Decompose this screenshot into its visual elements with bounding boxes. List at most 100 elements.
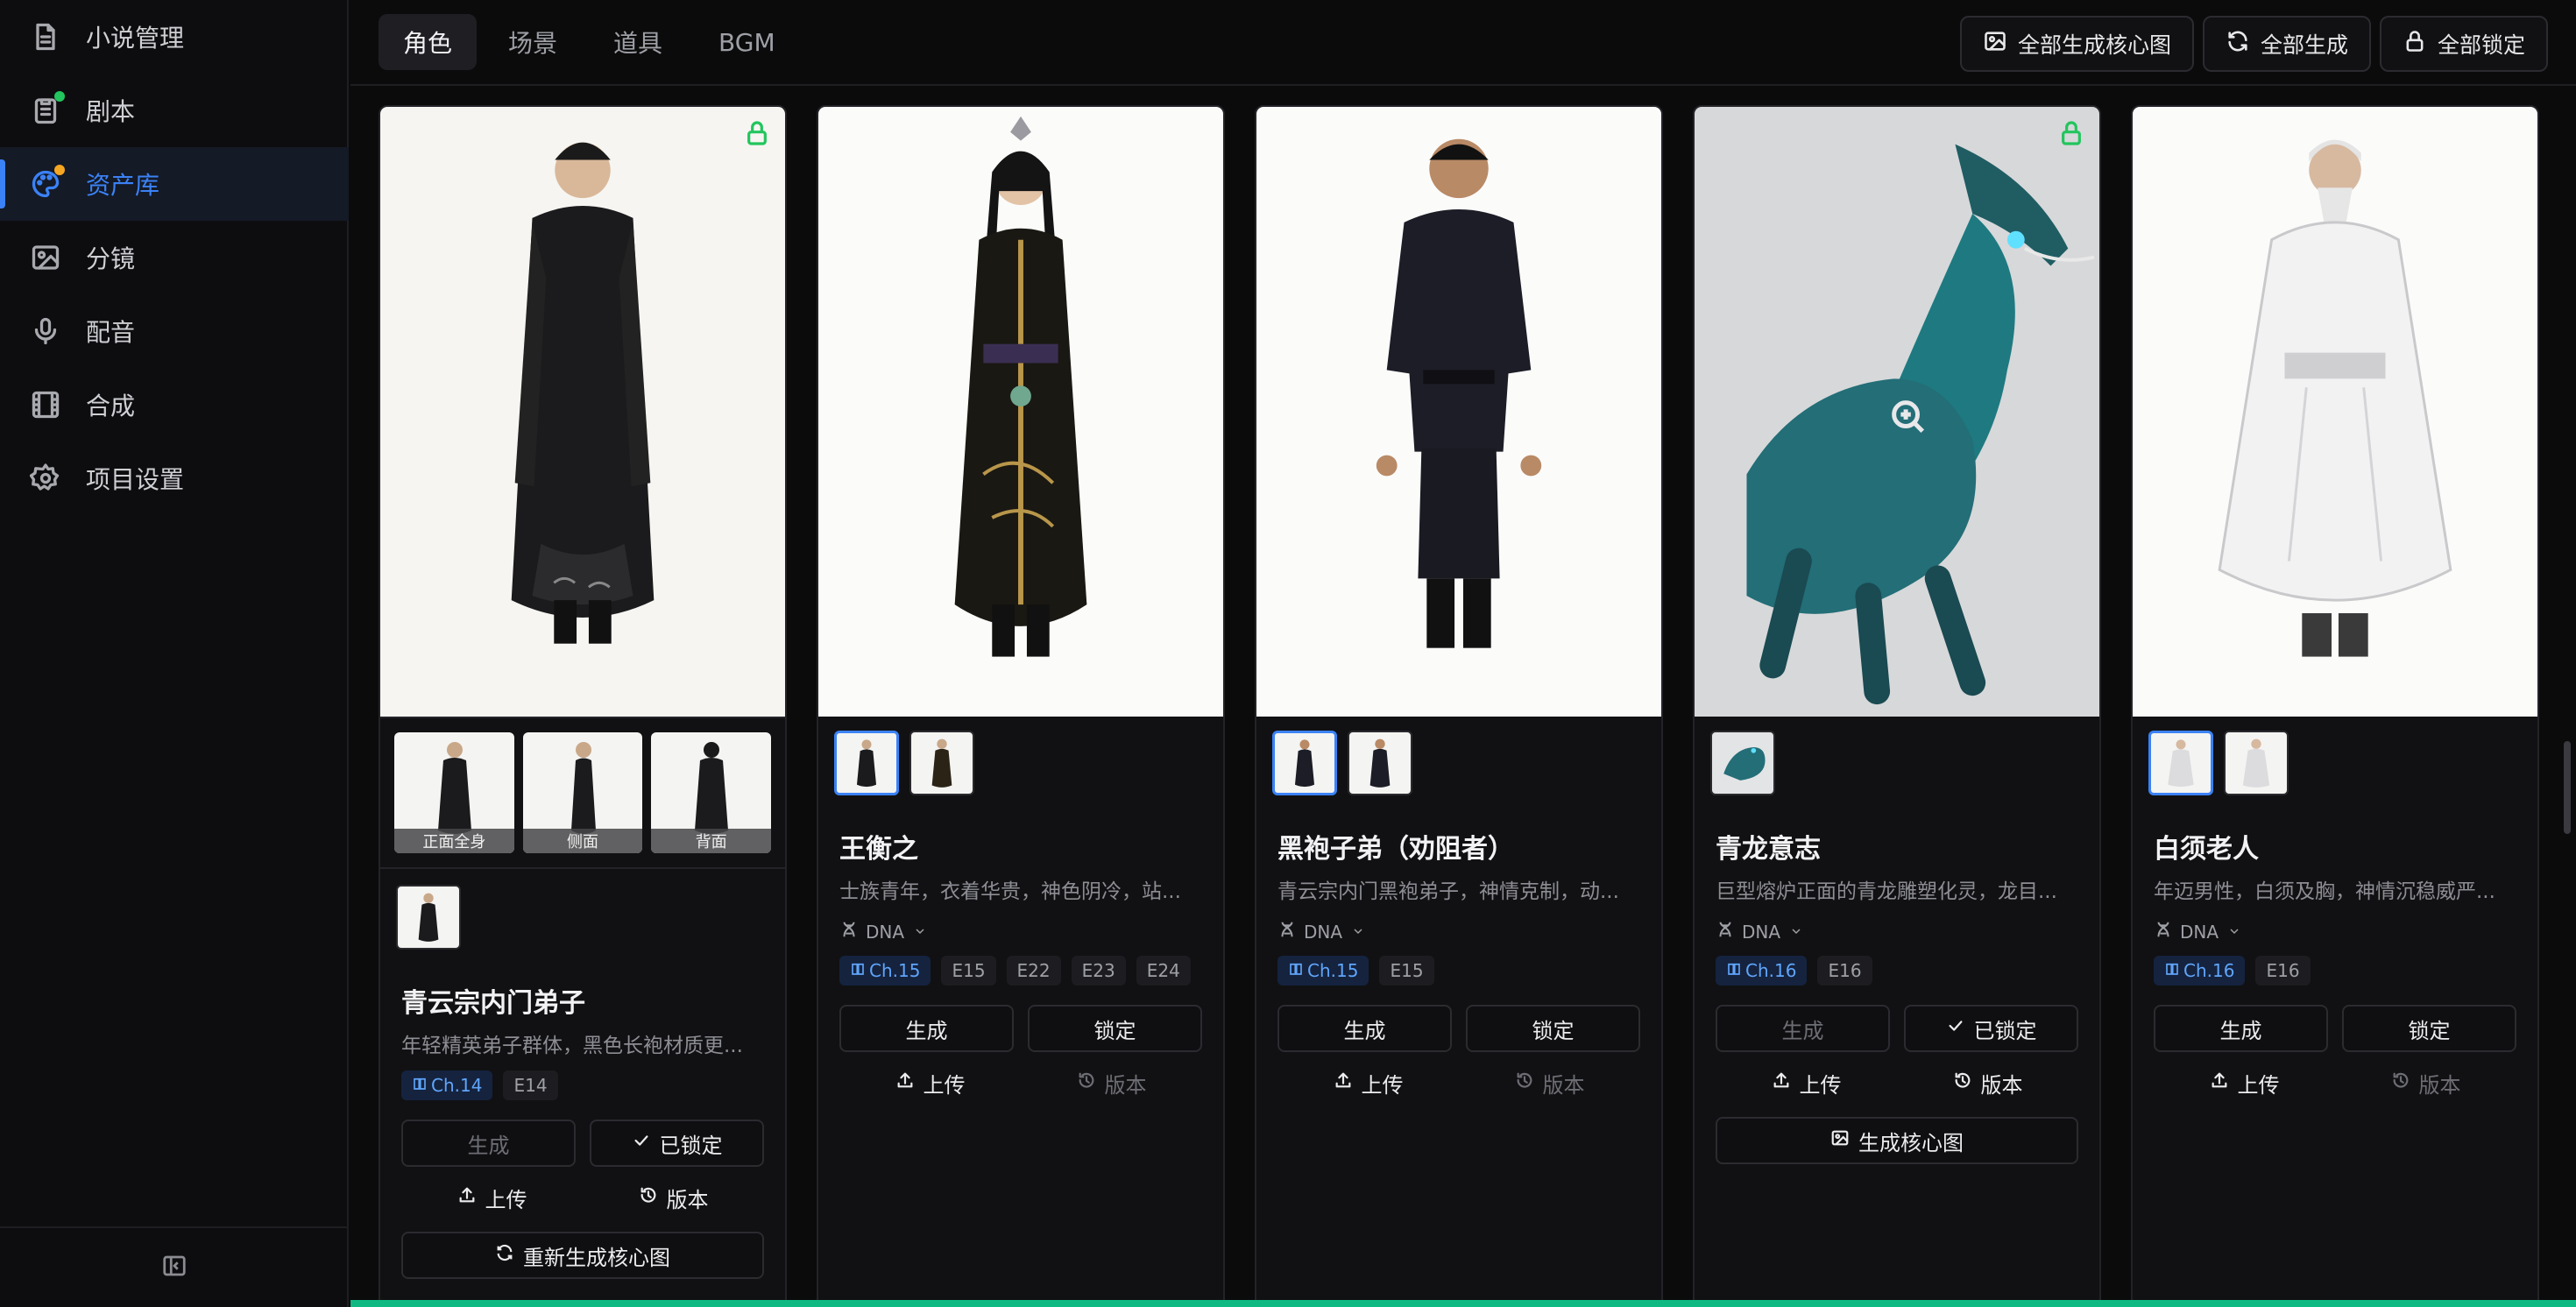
- sidebar-item-label: 合成: [86, 392, 136, 420]
- upload-label: 上传: [485, 1187, 527, 1212]
- locked-button[interactable]: 已锁定: [590, 1120, 764, 1167]
- view-side[interactable]: 侧面: [522, 732, 643, 853]
- lock-button[interactable]: 锁定: [2342, 1005, 2516, 1052]
- chapter-tag[interactable]: Ch.16: [2154, 956, 2246, 986]
- upload-button[interactable]: 上传: [1716, 1059, 1897, 1106]
- link-row: 上传 版本: [1716, 1059, 2078, 1106]
- upload-icon: [1772, 1070, 1800, 1095]
- zoom-in-icon[interactable]: [1887, 396, 1928, 436]
- sidebar-item-compose[interactable]: 合成: [0, 368, 349, 442]
- lock-all-button[interactable]: 全部锁定: [2379, 16, 2548, 72]
- lock-button[interactable]: 锁定: [1028, 1005, 1202, 1052]
- version-label: 版本: [1542, 1072, 1585, 1098]
- generate-button[interactable]: 生成: [839, 1005, 1014, 1052]
- episode-tag[interactable]: E22: [1006, 956, 1061, 986]
- generate-button[interactable]: 生成: [401, 1120, 576, 1167]
- sidebar-item-novel[interactable]: 小说管理: [0, 0, 349, 74]
- chapter-tag[interactable]: Ch.16: [1716, 956, 1808, 986]
- character-name: 青龙意志: [1716, 834, 1821, 865]
- episode-tag[interactable]: E24: [1136, 956, 1191, 986]
- tag-list: Ch.14 E14: [401, 1070, 764, 1100]
- generate-all-core-button[interactable]: 全部生成核心图: [1959, 16, 2194, 72]
- lock-icon[interactable]: [2057, 119, 2085, 147]
- tab-scenes[interactable]: 场景: [484, 14, 582, 70]
- thumbnail-list: [818, 717, 1223, 795]
- upload-button[interactable]: 上传: [2154, 1059, 2335, 1106]
- tab-characters[interactable]: 角色: [379, 14, 478, 70]
- character-image[interactable]: [1695, 107, 2099, 717]
- episode-tag[interactable]: E15: [1379, 956, 1434, 986]
- version-button[interactable]: 版本: [1897, 1059, 2078, 1106]
- view-front[interactable]: 正面全身: [394, 732, 514, 853]
- upload-icon: [2210, 1070, 2238, 1095]
- episode-tag[interactable]: E15: [941, 956, 996, 986]
- version-button[interactable]: 版本: [1021, 1059, 1202, 1106]
- thumbnail[interactable]: [1348, 731, 1412, 795]
- dna-toggle[interactable]: DNA: [1716, 920, 2078, 943]
- thumbnail[interactable]: [2224, 731, 2289, 795]
- generate-button[interactable]: 生成: [2154, 1005, 2328, 1052]
- history-icon: [2391, 1070, 2419, 1095]
- tag-list: Ch.16 E16: [2154, 956, 2516, 986]
- character-image[interactable]: [380, 107, 785, 717]
- episode-tag[interactable]: E14: [503, 1070, 558, 1100]
- sidebar: 小说管理 剧本 资产库 分镜 配音 合成 项目设置: [0, 0, 349, 1307]
- locked-button[interactable]: 已锁定: [1904, 1005, 2078, 1052]
- chapter-tag[interactable]: Ch.15: [1277, 956, 1369, 986]
- version-button[interactable]: 版本: [1459, 1059, 1640, 1106]
- sidebar-item-storyboard[interactable]: 分镜: [0, 221, 349, 294]
- version-button[interactable]: 版本: [2335, 1059, 2516, 1106]
- sidebar-item-voice[interactable]: 配音: [0, 294, 349, 368]
- dna-icon: [1716, 920, 1742, 943]
- card-info: 王衡之 士族青年，衣着华贵，神色阴冷，站... DNA Ch.15 E15 E2…: [818, 827, 1223, 1106]
- sidebar-collapse-icon: [161, 1253, 188, 1282]
- dna-toggle[interactable]: DNA: [2154, 920, 2516, 943]
- version-button[interactable]: 版本: [583, 1174, 764, 1221]
- thumbnail-list: [2133, 717, 2537, 795]
- lock-button[interactable]: 锁定: [1466, 1005, 1640, 1052]
- lock-icon[interactable]: [743, 119, 771, 147]
- episode-tag[interactable]: E23: [1071, 956, 1126, 986]
- action-row: 生成 锁定: [2154, 1005, 2516, 1052]
- regenerate-core-button[interactable]: 重新生成核心图: [401, 1232, 764, 1279]
- thumbnail[interactable]: [1710, 731, 1775, 795]
- episode-tag[interactable]: E16: [2255, 956, 2311, 986]
- upload-button[interactable]: 上传: [401, 1174, 583, 1221]
- sidebar-collapse-button[interactable]: [0, 1226, 349, 1307]
- character-name: 王衡之: [839, 834, 918, 865]
- thumbnail[interactable]: [396, 885, 461, 950]
- sidebar-item-script[interactable]: 剧本: [0, 74, 349, 147]
- thumbnail[interactable]: [2148, 731, 2213, 795]
- generate-all-label: 全部生成: [2260, 32, 2348, 58]
- version-label: 版本: [1104, 1072, 1147, 1098]
- generate-button[interactable]: 生成: [1277, 1005, 1452, 1052]
- thumbnail[interactable]: [1272, 731, 1337, 795]
- generate-all-core-label: 全部生成核心图: [2017, 32, 2171, 58]
- dna-toggle[interactable]: DNA: [839, 920, 1202, 943]
- sidebar-item-settings[interactable]: 项目设置: [0, 442, 349, 515]
- chapter-tag[interactable]: Ch.15: [839, 956, 931, 986]
- character-image[interactable]: [818, 107, 1223, 717]
- character-image[interactable]: [1256, 107, 1661, 717]
- top-bar: 角色 场景 道具 BGM 全部生成核心图 全部生成 全部锁定: [350, 0, 2576, 86]
- view-back[interactable]: 背面: [651, 732, 772, 853]
- scrollbar-thumb[interactable]: [2564, 741, 2571, 834]
- episode-tag[interactable]: E16: [1817, 956, 1872, 986]
- thumbnail[interactable]: [834, 731, 899, 795]
- character-image[interactable]: [2133, 107, 2537, 717]
- tab-props[interactable]: 道具: [589, 14, 687, 70]
- sidebar-item-assets[interactable]: 资产库: [0, 147, 349, 221]
- thumbnail[interactable]: [909, 731, 974, 795]
- version-label: 版本: [666, 1187, 709, 1212]
- chapter-tag[interactable]: Ch.14: [401, 1070, 493, 1100]
- generate-core-button[interactable]: 生成核心图: [1716, 1117, 2078, 1164]
- generate-all-button[interactable]: 全部生成: [2202, 16, 2371, 72]
- character-card: 王衡之 士族青年，衣着华贵，神色阴冷，站... DNA Ch.15 E15 E2…: [817, 105, 1225, 1307]
- upload-button[interactable]: 上传: [1277, 1059, 1459, 1106]
- upload-button[interactable]: 上传: [839, 1059, 1021, 1106]
- thumbnail-list: [380, 869, 785, 950]
- generate-button[interactable]: 生成: [1716, 1005, 1890, 1052]
- tab-bgm[interactable]: BGM: [694, 14, 800, 70]
- dna-toggle[interactable]: DNA: [1277, 920, 1640, 943]
- gear-icon: [30, 463, 61, 494]
